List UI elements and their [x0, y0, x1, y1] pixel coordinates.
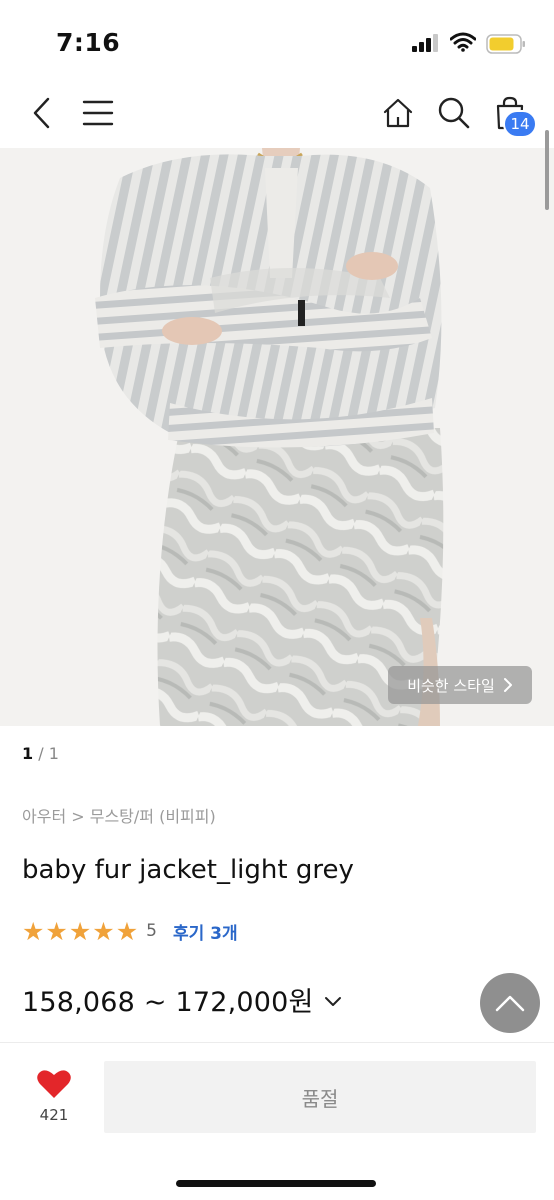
rating-value: 5	[146, 921, 157, 941]
star-rating: ★ ★ ★ ★ ★	[22, 919, 138, 944]
product-title: baby fur jacket_light grey	[22, 855, 354, 885]
hamburger-menu-icon	[82, 100, 114, 126]
scrollbar[interactable]	[545, 130, 549, 210]
search-button[interactable]	[432, 78, 476, 148]
star-icon: ★	[92, 916, 115, 946]
sold-out-button[interactable]: 품절	[104, 1061, 536, 1133]
heart-icon	[37, 1070, 71, 1098]
top-navigation	[0, 78, 554, 148]
home-icon	[383, 98, 413, 128]
pager-total: / 1	[38, 744, 59, 763]
image-pager: 1 / 1	[22, 744, 59, 763]
star-icon: ★	[45, 916, 68, 946]
price-range: 158,068 ~ 172,000원	[22, 987, 314, 1018]
star-icon: ★	[115, 916, 139, 946]
review-count-link[interactable]: 후기 3개	[173, 919, 238, 944]
similar-style-button[interactable]: 비슷한 스타일	[388, 666, 532, 704]
like-button[interactable]: 421	[24, 1068, 84, 1124]
wifi-icon	[450, 32, 476, 52]
scroll-to-top-button[interactable]	[480, 973, 540, 1033]
home-indicator	[176, 1180, 376, 1187]
cellular-signal-icon	[412, 34, 442, 52]
back-button[interactable]	[20, 78, 64, 148]
status-bar: 7:16	[0, 0, 554, 78]
chevron-down-icon[interactable]	[324, 996, 342, 1008]
category-breadcrumb[interactable]: 아우터 > 무스탕/퍼 (비피피)	[22, 803, 216, 827]
pager-current: 1	[22, 744, 34, 763]
home-button[interactable]	[376, 78, 420, 148]
product-photo	[0, 148, 554, 726]
price-row: 158,068 ~ 172,000원	[22, 980, 342, 1019]
menu-button[interactable]	[76, 78, 120, 148]
status-time: 7:16	[56, 28, 121, 57]
cart-count-badge: 14	[503, 110, 537, 138]
like-count: 421	[39, 1106, 69, 1124]
similar-style-label: 비슷한 스타일	[407, 676, 495, 695]
search-icon	[438, 97, 470, 129]
battery-icon	[486, 34, 525, 54]
chevron-left-icon	[33, 97, 50, 129]
star-icon: ★	[68, 916, 92, 946]
product-image[interactable]	[0, 148, 554, 726]
chevron-up-icon	[495, 995, 525, 1012]
rating-row: ★ ★ ★ ★ ★ 5 후기 3개	[22, 916, 238, 946]
divider	[0, 1042, 554, 1043]
chevron-right-icon	[503, 678, 512, 692]
star-icon: ★	[22, 916, 45, 946]
